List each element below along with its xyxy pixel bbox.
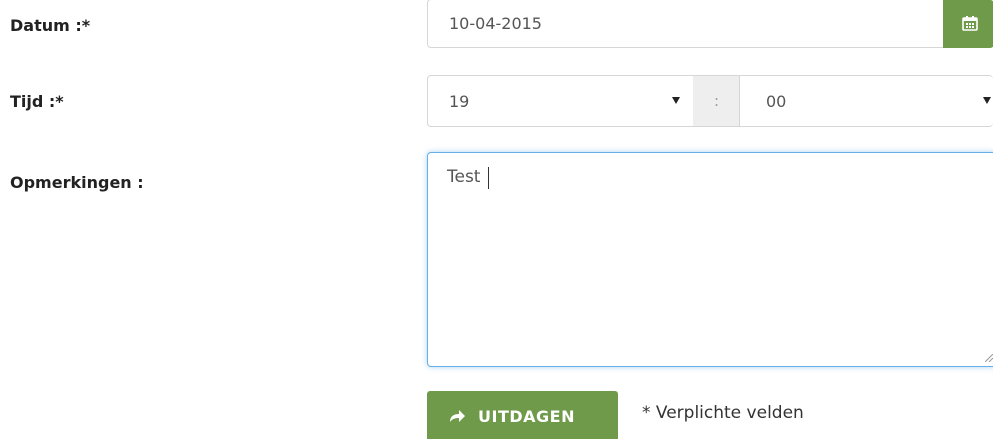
date-input[interactable]: 10-04-2015 — [427, 0, 993, 48]
remarks-value: Test — [447, 167, 481, 187]
share-arrow-icon — [450, 410, 465, 422]
hour-select[interactable]: 19 — [427, 75, 694, 127]
submit-label: UITDAGEN — [478, 407, 575, 426]
calendar-icon — [962, 16, 978, 31]
calendar-button[interactable] — [943, 0, 993, 48]
minute-select[interactable]: 00 — [739, 75, 993, 127]
submit-button[interactable]: UITDAGEN — [427, 391, 618, 439]
time-label: Tijd :* — [10, 92, 64, 111]
date-value: 10-04-2015 — [449, 14, 542, 33]
minute-value: 00 — [766, 92, 787, 111]
minute-chevron-down-icon — [983, 97, 991, 104]
required-fields-note: * Verplichte velden — [642, 403, 804, 423]
remarks-label: Opmerkingen : — [10, 173, 144, 192]
remarks-textarea[interactable]: Test — [427, 152, 993, 367]
resize-handle-icon[interactable] — [985, 354, 993, 362]
time-separator: : — [693, 75, 740, 127]
hour-value: 19 — [449, 92, 470, 111]
hour-chevron-down-icon — [672, 97, 680, 104]
date-label: Datum :* — [10, 16, 91, 35]
text-cursor — [488, 167, 489, 189]
